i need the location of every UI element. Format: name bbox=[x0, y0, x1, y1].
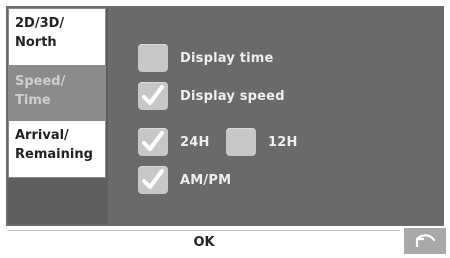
display-time-checkbox[interactable] bbox=[138, 44, 168, 72]
undo-arrow-icon bbox=[415, 234, 436, 247]
24h-checkbox[interactable] bbox=[138, 128, 168, 156]
sidebar: 2D/3D/ North Speed/ Time Arrival/ Remain… bbox=[8, 8, 108, 224]
tab-label-line2: North bbox=[15, 35, 57, 50]
tab-label-line1: Speed/ bbox=[15, 74, 66, 89]
display-speed-checkbox[interactable] bbox=[138, 82, 168, 110]
tab-label-line1: 2D/3D/ bbox=[15, 16, 65, 31]
ampm-checkbox[interactable] bbox=[138, 166, 168, 194]
ampm-label: AM/PM bbox=[180, 172, 232, 188]
tab-label-line2: Time bbox=[15, 93, 51, 108]
12h-option: 12H bbox=[226, 128, 298, 156]
tab-speed-time[interactable]: Speed/ Time bbox=[8, 66, 106, 120]
display-speed-option: Display speed bbox=[138, 82, 285, 110]
ampm-option: AM/PM bbox=[138, 166, 231, 194]
check-icon bbox=[142, 131, 164, 151]
display-speed-label: Display speed bbox=[180, 88, 285, 104]
tab-label-line1: Arrival/ bbox=[15, 128, 69, 143]
check-icon bbox=[142, 169, 164, 189]
24h-label: 24H bbox=[180, 134, 210, 150]
12h-checkbox[interactable] bbox=[226, 128, 256, 156]
tab-label-line2: Remaining bbox=[15, 147, 93, 162]
back-button[interactable] bbox=[404, 228, 446, 254]
tab-arrival-remaining[interactable]: Arrival/ Remaining bbox=[8, 120, 106, 178]
12h-label: 12H bbox=[268, 134, 298, 150]
display-time-label: Display time bbox=[180, 50, 274, 66]
check-icon bbox=[142, 85, 164, 105]
tab-2d-3d-north[interactable]: 2D/3D/ North bbox=[8, 8, 106, 66]
ok-button[interactable]: OK bbox=[8, 230, 400, 254]
display-time-option: Display time bbox=[138, 44, 274, 72]
24h-option: 24H bbox=[138, 128, 210, 156]
